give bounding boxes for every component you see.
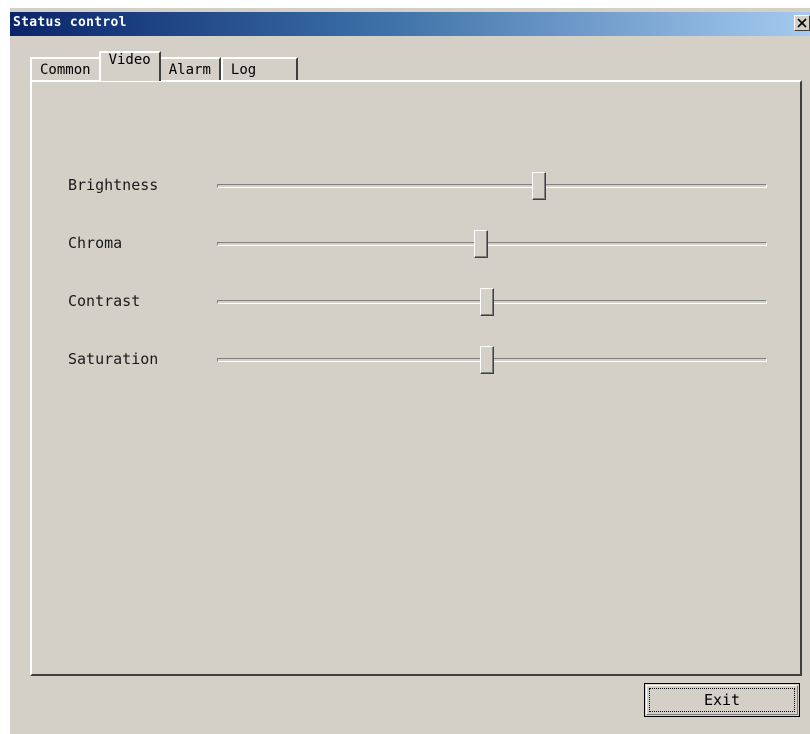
title-bar: Status control [10, 12, 810, 36]
brightness-label: Brightness [68, 176, 159, 194]
chroma-slider[interactable] [217, 230, 767, 258]
contrast-label: Contrast [68, 292, 141, 310]
window-title: Status control [13, 15, 127, 30]
exit-button-label: Exit [703, 691, 741, 709]
saturation-label: Saturation [68, 350, 159, 368]
status-control-window: Status control Common Video Alarm Log Br… [10, 8, 810, 734]
chroma-slider-thumb[interactable] [474, 230, 489, 258]
tab-log-label: Log [230, 62, 257, 78]
close-button[interactable] [794, 15, 810, 31]
close-icon [797, 18, 807, 28]
tab-video[interactable]: Video [98, 51, 161, 81]
saturation-slider[interactable] [217, 346, 767, 374]
video-tab-panel: Brightness Chroma Contrast Saturation [30, 80, 802, 676]
tab-video-label: Video [108, 52, 151, 68]
contrast-slider-thumb[interactable] [479, 288, 494, 316]
slider-row-saturation: Saturation [68, 346, 788, 374]
brightness-slider[interactable] [217, 172, 767, 200]
exit-button-focus: Exit [649, 688, 795, 712]
tab-strip: Common Video Alarm Log [30, 51, 299, 81]
tab-alarm-label: Alarm [168, 62, 211, 78]
tab-log[interactable]: Log [220, 57, 299, 81]
chroma-label: Chroma [68, 234, 123, 252]
exit-button[interactable]: Exit [644, 683, 800, 717]
saturation-slider-thumb[interactable] [479, 346, 494, 374]
slider-row-brightness: Brightness [68, 172, 788, 200]
tab-common[interactable]: Common [30, 57, 101, 81]
tab-common-label: Common [40, 62, 91, 78]
contrast-slider[interactable] [217, 288, 767, 316]
slider-row-contrast: Contrast [68, 288, 788, 316]
brightness-slider-thumb[interactable] [531, 172, 546, 200]
tab-alarm[interactable]: Alarm [158, 57, 221, 81]
slider-row-chroma: Chroma [68, 230, 788, 258]
